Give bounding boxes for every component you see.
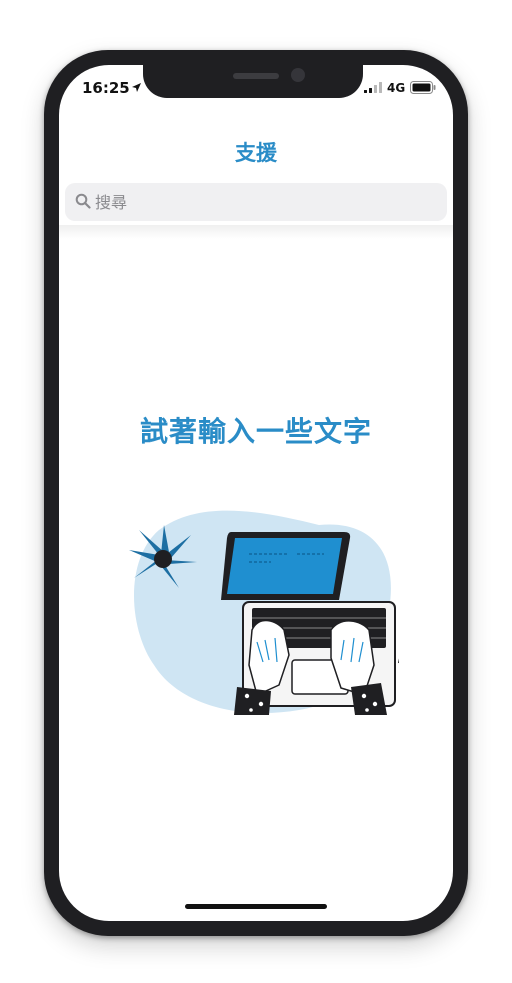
battery-icon [410, 81, 436, 94]
typing-laptop-illustration [129, 510, 399, 715]
header-divider [59, 225, 453, 239]
home-indicator[interactable] [185, 904, 327, 909]
empty-state-message: 試著輸入一些文字 [139, 415, 372, 448]
search-input[interactable] [95, 190, 395, 214]
notch [143, 65, 363, 98]
front-camera [291, 68, 305, 82]
location-arrow-icon [132, 83, 141, 92]
app-screen: 16:25 4G 支援 試著輸入一些文字 [59, 65, 453, 921]
search-icon [75, 193, 91, 209]
speaker [233, 73, 279, 79]
signal-icon [364, 82, 382, 93]
search-bar[interactable] [65, 183, 447, 221]
page-title: 支援 [235, 141, 277, 165]
network-type: 4G [387, 81, 406, 95]
phone-frame: 16:25 4G 支援 試著輸入一些文字 [44, 50, 468, 936]
status-time: 16:25 [82, 79, 130, 97]
